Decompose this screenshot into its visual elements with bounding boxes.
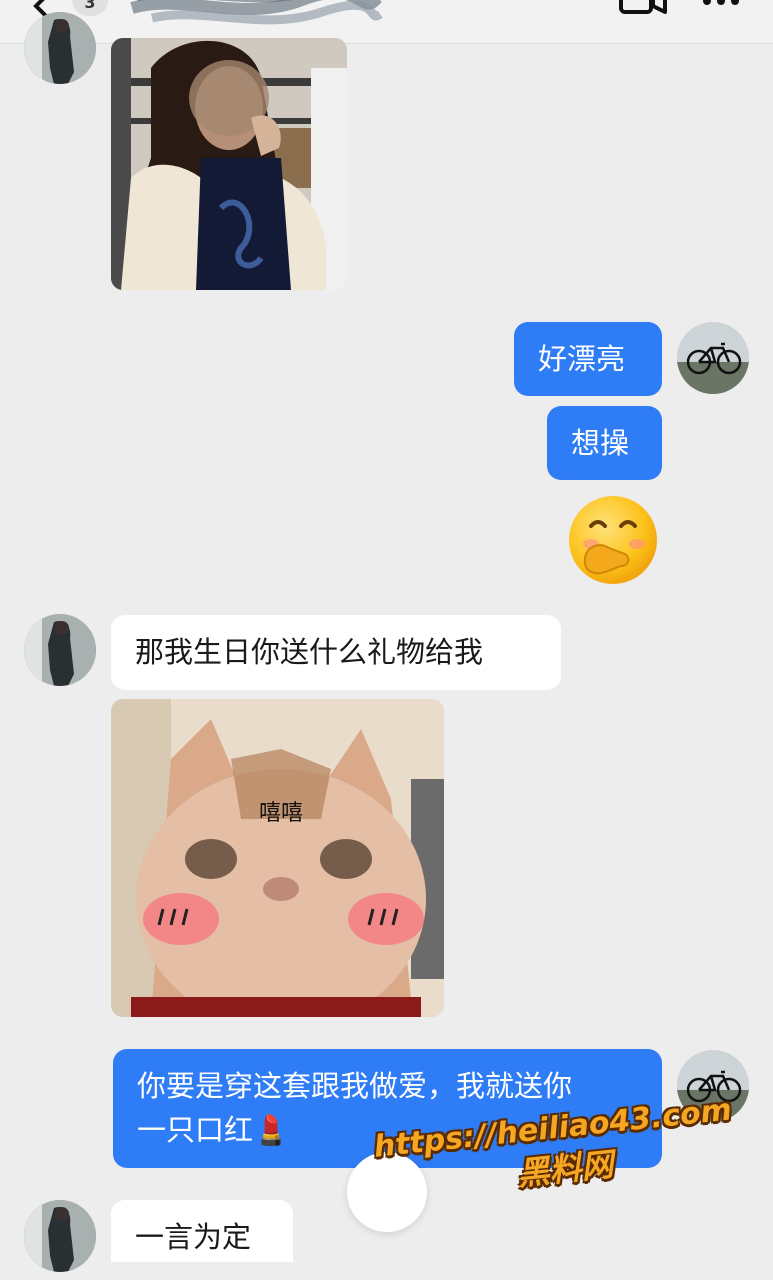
sticker-caption: 嘻嘻 bbox=[259, 801, 304, 826]
woman-figure-icon bbox=[24, 614, 96, 686]
message-text: 想操 bbox=[571, 426, 630, 460]
shared-photo[interactable] bbox=[111, 38, 347, 290]
message-bubble-received[interactable]: 一言为定 bbox=[111, 1200, 293, 1262]
photo-image bbox=[111, 38, 347, 290]
lipstick-emoji-icon: 💄 bbox=[253, 1113, 290, 1147]
unread-count-badge: 3 bbox=[72, 0, 108, 16]
redaction-scribble bbox=[130, 0, 383, 25]
cat-sticker-image bbox=[111, 699, 444, 1017]
message-bubble-received[interactable]: 那我生日你送什么礼物给我 bbox=[111, 615, 561, 690]
cat-sticker[interactable]: 嘻嘻 bbox=[111, 699, 444, 1017]
contact-avatar[interactable] bbox=[24, 1200, 96, 1272]
chat-screen: 3 好漂亮 想操 那我生日你送什么礼物给我 嘻嘻 你要是穿这套跟我做爱，我就送你… bbox=[0, 0, 773, 1280]
message-bubble-sent[interactable]: 想操 bbox=[547, 406, 662, 480]
woman-figure-icon bbox=[24, 1200, 96, 1272]
woman-figure-icon bbox=[24, 12, 96, 84]
my-avatar[interactable] bbox=[677, 322, 749, 394]
message-text: 那我生日你送什么礼物给我 bbox=[135, 635, 484, 669]
message-bubble-sent[interactable]: 好漂亮 bbox=[514, 322, 662, 396]
bicycle-icon bbox=[677, 322, 749, 394]
message-text: 一言为定 bbox=[135, 1220, 252, 1254]
video-call-icon[interactable] bbox=[618, 0, 668, 16]
more-dots-icon[interactable] bbox=[700, 0, 742, 8]
contact-avatar[interactable] bbox=[24, 12, 96, 84]
contact-avatar[interactable] bbox=[24, 614, 96, 686]
message-text: 一只口红 bbox=[137, 1113, 254, 1147]
message-text: 好漂亮 bbox=[538, 342, 626, 376]
message-text-line: 你要是穿这套跟我做爱，我就送你 bbox=[137, 1069, 573, 1103]
chat-header: 3 bbox=[0, 0, 773, 44]
hand-over-mouth-emoji-icon[interactable] bbox=[565, 492, 661, 588]
